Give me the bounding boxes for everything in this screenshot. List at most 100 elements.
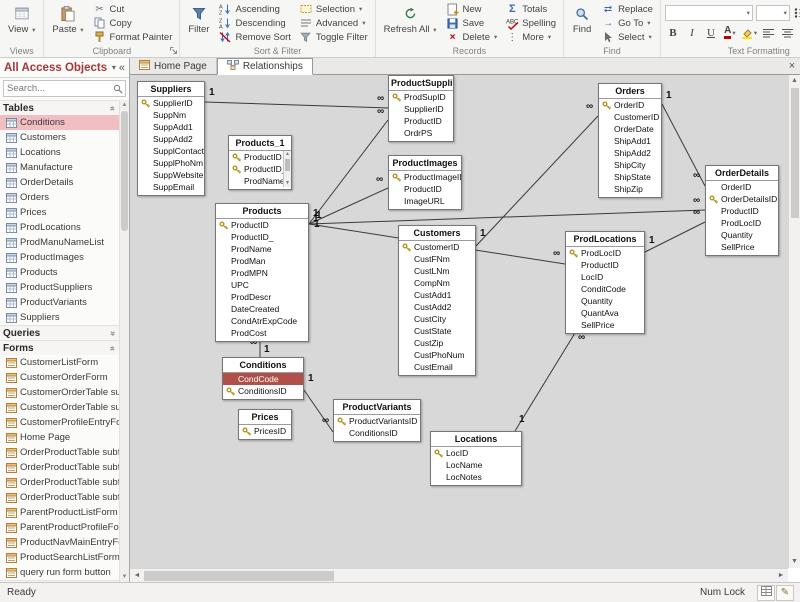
field-orderid[interactable]: OrderID xyxy=(599,99,661,111)
delete-button[interactable]: × Delete ▾ xyxy=(443,30,501,44)
field-prodname[interactable]: ProdName xyxy=(229,175,291,187)
relationship-table-products[interactable]: Products ProductID ProductID_ ProdName ProdM… xyxy=(215,203,309,342)
nav-menu-arrow-icon[interactable]: ▾ xyxy=(112,63,116,72)
scroll-left-icon[interactable]: ◄ xyxy=(130,572,144,579)
nav-item-productvariants[interactable]: ProductVariants xyxy=(0,295,119,310)
field-productvariantsid[interactable]: ProductVariantsID xyxy=(334,415,420,427)
nav-item-orderproducttable-subform[interactable]: OrderProductTable subform xyxy=(0,445,119,460)
field-pricesid[interactable]: PricesID xyxy=(239,425,291,437)
field-conditionsid[interactable]: ConditionsID xyxy=(334,427,420,439)
totals-button[interactable]: Σ Totals xyxy=(502,2,559,16)
field-prodlocid[interactable]: ProdLocID xyxy=(566,247,644,259)
field-custphonum[interactable]: CustPhoNum xyxy=(399,349,475,361)
field-orderdate[interactable]: OrderDate xyxy=(599,123,661,135)
nav-item-parentproductprofileform[interactable]: ParentProductProfileForm xyxy=(0,520,119,535)
relationship-line[interactable] xyxy=(308,209,706,225)
field-prodcost[interactable]: ProdCost xyxy=(216,327,308,339)
vertical-scrollbar[interactable]: ▲ ▼ xyxy=(788,75,800,568)
shutter-bar-icon[interactable]: « xyxy=(119,62,125,74)
field-upc[interactable]: UPC xyxy=(216,279,308,291)
nav-item-orderdetails[interactable]: OrderDetails xyxy=(0,175,119,190)
field-custemail[interactable]: CustEmail xyxy=(399,361,475,373)
select-button[interactable]: Select ▾ xyxy=(598,30,656,44)
field-shipcity[interactable]: ShipCity xyxy=(599,159,661,171)
field-productid[interactable]: ProductID xyxy=(216,219,308,231)
field-prodmpn[interactable]: ProdMPN xyxy=(216,267,308,279)
field-locid[interactable]: LocID xyxy=(431,447,521,459)
nav-item-customerprofileentryform[interactable]: CustomerProfileEntryForm xyxy=(0,415,119,430)
field-locid[interactable]: LocID xyxy=(566,271,644,283)
nav-scrollbar[interactable]: ▲ ▼ xyxy=(119,100,129,582)
field-custadd2[interactable]: CustAdd2 xyxy=(399,301,475,313)
nav-item-productsearchlistform[interactable]: ProductSearchListForm xyxy=(0,550,119,565)
field-prodname[interactable]: ProdName xyxy=(216,243,308,255)
field-prodman[interactable]: ProdMan xyxy=(216,255,308,267)
field-shipadd2[interactable]: ShipAdd2 xyxy=(599,147,661,159)
nav-item-manufacture[interactable]: Manufacture xyxy=(0,160,119,175)
tab-relationships[interactable]: Relationships xyxy=(216,58,313,75)
grid-view-button[interactable] xyxy=(757,584,775,601)
bold-icon[interactable]: B xyxy=(665,25,681,40)
table-scrollbar[interactable]: ▲ ▼ xyxy=(283,151,291,187)
search-input[interactable] xyxy=(4,83,111,94)
table-title-bar[interactable]: Suppliers xyxy=(138,82,204,97)
underline-icon[interactable]: U xyxy=(703,25,719,40)
field-locname[interactable]: LocName xyxy=(431,459,521,471)
nav-item-conditions[interactable]: Conditions xyxy=(0,115,119,130)
field-condcode[interactable]: CondCode xyxy=(223,373,303,385)
field-locnotes[interactable]: LocNotes xyxy=(431,471,521,483)
nav-pane-header[interactable]: All Access Objects ▾ « xyxy=(0,58,129,78)
field-suppadd1[interactable]: SuppAdd1 xyxy=(138,121,204,133)
relationship-table-suppliers[interactable]: Suppliers SupplierID SuppNm SuppAdd1 SuppAdd… xyxy=(137,81,205,196)
new-button[interactable]: New xyxy=(443,2,501,16)
nav-item-products[interactable]: Products xyxy=(0,265,119,280)
nav-item-productimages[interactable]: ProductImages xyxy=(0,250,119,265)
relationship-table-locations[interactable]: Locations LocID LocName LocNotes xyxy=(430,431,522,486)
field-prodlocid[interactable]: ProdLocID xyxy=(706,217,778,229)
field-supplierid[interactable]: SupplierID xyxy=(389,103,453,115)
field-customerid[interactable]: CustomerID xyxy=(399,241,475,253)
remove-sort-button[interactable]: Remove Sort xyxy=(215,30,293,44)
scroll-right-icon[interactable]: ► xyxy=(774,572,788,579)
relationship-table-conditions[interactable]: Conditions CondCode ConditionsID xyxy=(222,357,304,400)
field-custzip[interactable]: CustZip xyxy=(399,337,475,349)
nav-item-prices[interactable]: Prices xyxy=(0,205,119,220)
hscroll-thumb[interactable] xyxy=(144,570,334,581)
field-supplphonm[interactable]: SupplPhoNm xyxy=(138,157,204,169)
table-title-bar[interactable]: Products xyxy=(216,204,308,219)
nav-item-prodlocations[interactable]: ProdLocations xyxy=(0,220,119,235)
nav-item-customerordertable-subform1[interactable]: CustomerOrderTable subform1 xyxy=(0,400,119,415)
relationship-table-orders[interactable]: Orders OrderID CustomerID OrderDate ShipAdd1… xyxy=(598,83,662,198)
relationship-table-orderdetails[interactable]: OrderDetails OrderID OrderDetailsID Product… xyxy=(705,165,779,256)
table-title-bar[interactable]: ProdLocations xyxy=(566,232,644,247)
nav-item-productsuppliers[interactable]: ProductSuppliers xyxy=(0,280,119,295)
field-suppwebsite[interactable]: SuppWebsite xyxy=(138,169,204,181)
field-shipstate[interactable]: ShipState xyxy=(599,171,661,183)
relationship-table-customers[interactable]: Customers CustomerID CustFNm CustLNm CompNm C… xyxy=(398,225,476,376)
scroll-down-icon[interactable]: ▼ xyxy=(120,572,129,582)
field-suppemail[interactable]: SuppEmail xyxy=(138,181,204,193)
field-imageurl[interactable]: ImageURL xyxy=(389,195,461,207)
table-title-bar[interactable]: OrderDetails xyxy=(706,166,778,181)
vscroll-thumb[interactable] xyxy=(791,88,799,218)
nav-item-customerlistform[interactable]: CustomerListForm xyxy=(0,355,119,370)
field-sellprice[interactable]: SellPrice xyxy=(706,241,778,253)
field-custadd1[interactable]: CustAdd1 xyxy=(399,289,475,301)
nav-item-parentproductlistform[interactable]: ParentProductListForm xyxy=(0,505,119,520)
field-custstate[interactable]: CustState xyxy=(399,325,475,337)
field-sellprice[interactable]: SellPrice xyxy=(566,319,644,331)
field-supplcontact[interactable]: SupplContact xyxy=(138,145,204,157)
table-title-bar[interactable]: Prices xyxy=(239,410,291,425)
cut-button[interactable]: ✂ Cut xyxy=(90,2,176,16)
view-button[interactable]: View ▾ xyxy=(4,2,39,38)
table-scroll-thumb[interactable] xyxy=(285,159,290,171)
field-supplierid[interactable]: SupplierID xyxy=(138,97,204,109)
nav-item-customers[interactable]: Customers xyxy=(0,130,119,145)
field-shipadd1[interactable]: ShipAdd1 xyxy=(599,135,661,147)
relationships-canvas[interactable]: 1 ∞ 1 ∞ 1 ∞ 1 ∞ 1 ∞ 1 ∞ 1 ∞ 1 ∞ 1 ∞ 1 ∞ 1 ∞ Suppliers SupplierI… xyxy=(130,75,788,568)
nav-item-suppliers[interactable]: Suppliers xyxy=(0,310,119,325)
nav-item-customerordertable-subform[interactable]: CustomerOrderTable subform xyxy=(0,385,119,400)
go-to-button[interactable]: → Go To ▾ xyxy=(598,16,656,30)
relationship-line[interactable] xyxy=(308,119,389,225)
bullets-icon[interactable] xyxy=(793,6,800,21)
